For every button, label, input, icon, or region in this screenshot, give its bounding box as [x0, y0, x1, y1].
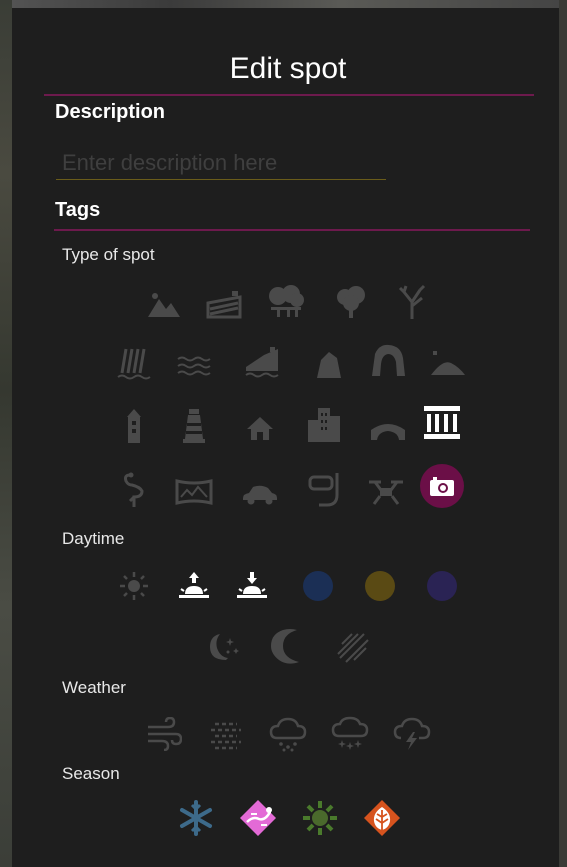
tree-icon[interactable] — [329, 280, 373, 324]
background-strip-top — [0, 0, 567, 8]
museum-icon[interactable] — [420, 400, 464, 444]
dialog-title: Edit spot — [229, 52, 347, 85]
sunrise-icon[interactable] — [172, 564, 216, 608]
wind-icon[interactable] — [142, 712, 186, 756]
sun-icon[interactable] — [112, 564, 156, 608]
rock-icon[interactable] — [306, 342, 350, 386]
type-of-spot-label: Type of spot — [62, 245, 155, 264]
winter-icon[interactable] — [174, 796, 218, 840]
edit-spot-dialog: Edit spot Description Tags Type of spot — [12, 8, 559, 867]
weather-label: Weather — [62, 678, 126, 697]
rain-icon[interactable] — [266, 712, 310, 756]
blue-hour-icon[interactable] — [296, 564, 340, 608]
moon-icon[interactable] — [266, 624, 310, 668]
sunset-icon[interactable] — [230, 564, 274, 608]
meteor-icon[interactable] — [330, 626, 374, 670]
panorama-icon[interactable] — [172, 470, 216, 514]
house-icon[interactable] — [238, 406, 282, 450]
fog-icon[interactable] — [204, 712, 248, 756]
description-label: Description — [55, 101, 166, 123]
forest-icon[interactable] — [264, 280, 308, 324]
fields-icon[interactable] — [202, 282, 246, 326]
cliff-icon[interactable] — [240, 340, 284, 384]
camera-icon[interactable] — [420, 464, 464, 508]
golden-hour-icon[interactable] — [358, 564, 402, 608]
waterfall-icon[interactable] — [112, 342, 156, 386]
car-icon[interactable] — [238, 472, 282, 516]
tags-divider — [54, 229, 530, 231]
night-stars-icon[interactable] — [202, 626, 246, 670]
description-input[interactable] — [56, 146, 386, 180]
snorkel-icon[interactable] — [302, 468, 346, 512]
dune-icon[interactable] — [426, 342, 470, 386]
city-icon[interactable] — [302, 402, 346, 446]
daytime-label: Daytime — [62, 529, 125, 548]
snow-icon[interactable] — [328, 712, 372, 756]
drone-icon[interactable] — [364, 470, 408, 514]
tags-label: Tags — [55, 199, 101, 221]
water-icon[interactable] — [172, 342, 216, 386]
background-strip-left — [0, 0, 12, 867]
background-strip-right — [559, 0, 567, 867]
arch-icon[interactable] — [366, 338, 410, 382]
season-label: Season — [62, 764, 120, 783]
title-divider — [44, 94, 534, 96]
lighthouse-icon[interactable] — [172, 404, 216, 448]
flamingo-icon[interactable] — [112, 468, 156, 512]
storm-icon[interactable] — [390, 712, 434, 756]
bridge-icon[interactable] — [366, 408, 410, 452]
summer-icon[interactable] — [298, 796, 342, 840]
autumn-icon[interactable] — [360, 796, 404, 840]
spring-icon[interactable] — [236, 796, 280, 840]
mountains-icon[interactable] — [142, 282, 186, 326]
twilight-icon[interactable] — [420, 564, 464, 608]
bare-tree-icon[interactable] — [390, 280, 434, 324]
tower-icon[interactable] — [112, 404, 156, 448]
